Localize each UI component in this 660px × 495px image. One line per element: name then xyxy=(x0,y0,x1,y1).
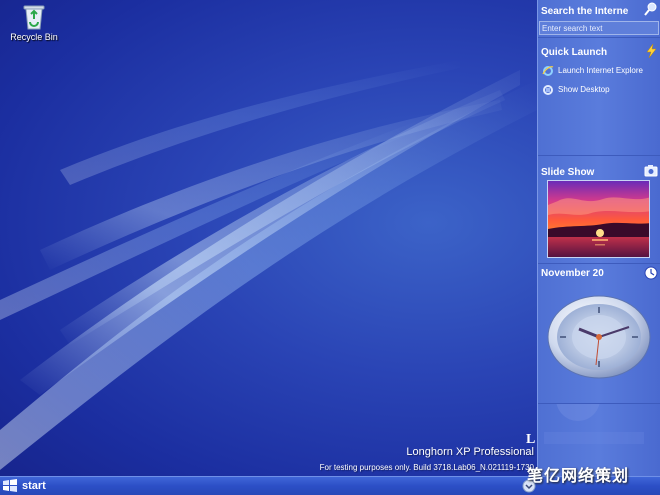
quick-launch-title: Quick Launch xyxy=(541,47,608,58)
show-desktop-icon xyxy=(543,85,553,95)
lightning-icon xyxy=(646,44,657,58)
search-input[interactable] xyxy=(539,21,659,35)
sunset-over-water-photo xyxy=(548,181,649,257)
start-label: start xyxy=(22,480,46,492)
quick-launch-item-internet-explorer[interactable]: Launch Internet Explore xyxy=(542,65,660,79)
camera-icon[interactable] xyxy=(644,164,658,178)
quick-launch-tile: Quick Launch Launch Internet Explore Sho… xyxy=(538,38,660,156)
site-watermark: 笔亿网络策划 xyxy=(527,468,630,485)
slideshow-photo[interactable] xyxy=(547,180,650,258)
search-tile: Search the Interne xyxy=(538,0,660,38)
quick-launch-item-show-desktop[interactable]: Show Desktop xyxy=(542,84,660,98)
recycle-bin-icon xyxy=(23,5,45,30)
search-tile-title: Search the Interne xyxy=(541,6,629,17)
build-note: For testing purposes only. Build 3718.La… xyxy=(319,463,534,472)
clock-icon[interactable] xyxy=(644,266,658,280)
clock-date-title: November 20 xyxy=(541,268,604,279)
sidebar: Search the Interne Quick Launch Launch I… xyxy=(537,0,660,476)
recycle-bin-label: Recycle Bin xyxy=(10,32,58,42)
brand-title: Longhorn XP Professional xyxy=(406,446,534,458)
recycle-bin-desktop-icon[interactable]: Recycle Bin xyxy=(6,2,62,42)
quick-launch-item-label: Launch Internet Explore xyxy=(558,66,643,76)
wallpaper-light-streaks xyxy=(0,60,537,470)
windows-logo-icon xyxy=(3,479,17,492)
slideshow-title: Slide Show xyxy=(541,167,595,178)
build-watermark: Longhorn XP Professional For testing pur… xyxy=(320,446,534,472)
magnifier-icon[interactable] xyxy=(644,2,658,16)
start-button[interactable]: start xyxy=(0,477,60,495)
internet-explorer-icon xyxy=(542,66,554,76)
analog-clock xyxy=(546,295,652,384)
analog-clock-face xyxy=(547,295,651,379)
quick-launch-item-label: Show Desktop xyxy=(558,85,610,95)
